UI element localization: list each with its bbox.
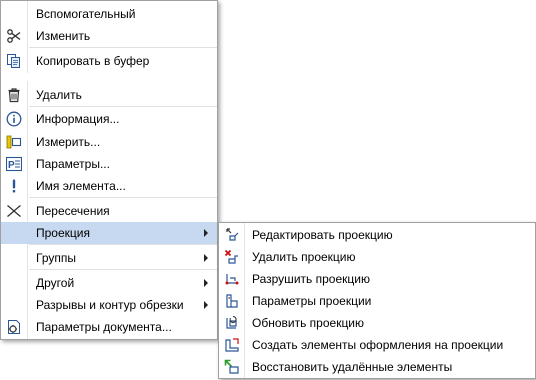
menu-item-parameters[interactable]: P Параметры...: [1, 153, 217, 175]
submenu-item-update-projection[interactable]: Обновить проекцию: [219, 312, 535, 334]
separator: [29, 244, 217, 245]
submenu-item-edit-projection[interactable]: Редактировать проекцию: [219, 224, 535, 246]
menu-item-label: Создать элементы оформления на проекции: [252, 338, 504, 352]
separator: [29, 106, 217, 107]
menu-item-groups[interactable]: Группы: [1, 247, 217, 269]
separator: [29, 47, 217, 48]
separator: [29, 197, 217, 198]
submenu-item-restore-deleted[interactable]: Восстановить удалённые элементы: [219, 356, 535, 378]
menu-item-delete[interactable]: Удалить: [1, 84, 217, 106]
menu-item-label: Параметры документа...: [36, 320, 172, 334]
update-projection-icon: [226, 315, 237, 329]
menu-item-auxiliary[interactable]: Вспомогательный: [1, 3, 217, 25]
menu-item-breaks-and-clipping[interactable]: Разрывы и контур обрезки: [1, 294, 217, 316]
scissors-icon: [7, 29, 21, 43]
menu-item-label: Изменить: [36, 29, 91, 43]
menu-item-label: Имя элемента...: [36, 179, 126, 193]
menu-item-label: Вспомогательный: [36, 7, 136, 21]
submenu-arrow-icon: [204, 301, 208, 309]
menu-item-information[interactable]: Информация...: [1, 108, 217, 130]
projection-parameters-icon: [226, 294, 238, 308]
menu-item-label: Разрушить проекцию: [252, 272, 370, 286]
menu-item-label: Разрывы и контур обрезки: [36, 298, 184, 312]
submenu-item-create-annotations[interactable]: Создать элементы оформления на проекции: [219, 334, 535, 356]
intersection-icon: [7, 204, 21, 218]
menu-item-label: Параметры...: [36, 157, 110, 171]
info-icon: [6, 111, 22, 127]
menu-item-label: Восстановить удалённые элементы: [252, 360, 453, 374]
menu-item-label: Проекция: [36, 226, 90, 240]
menu-item-label: Удалить проекцию: [252, 250, 356, 264]
delete-projection-icon: [224, 249, 238, 264]
menu-item-label: Обновить проекцию: [252, 316, 365, 330]
menu-item-projection[interactable]: Проекция: [1, 222, 217, 244]
submenu-arrow-icon: [204, 279, 208, 287]
menu-item-label: Информация...: [36, 112, 120, 126]
trash-icon: [8, 88, 20, 103]
submenu-item-delete-projection[interactable]: Удалить проекцию: [219, 246, 535, 268]
context-menu: Вспомогательный Изменить Копировать в бу…: [0, 0, 218, 340]
menu-item-label: Редактировать проекцию: [252, 228, 393, 242]
explode-projection-icon: [225, 274, 239, 285]
menu-item-other[interactable]: Другой: [1, 272, 217, 294]
menu-item-copy-to-clipboard[interactable]: Копировать в буфер: [1, 50, 217, 72]
copy-icon: [7, 54, 20, 68]
submenu-arrow-icon: [204, 254, 208, 262]
menu-item-label: Параметры проекции: [252, 294, 372, 308]
submenu-arrow-icon: [204, 229, 208, 237]
menu-item-measure[interactable]: Измерить...: [1, 131, 217, 153]
menu-gap: [1, 73, 217, 81]
exclamation-icon: [12, 179, 16, 193]
menu-item-intersections[interactable]: Пересечения: [1, 200, 217, 222]
menu-item-edit[interactable]: Изменить: [1, 25, 217, 47]
menu-item-label: Другой: [36, 276, 75, 290]
projection-submenu: Редактировать проекцию Удалить проекцию …: [218, 222, 536, 379]
menu-item-label: Копировать в буфер: [36, 54, 150, 68]
submenu-item-projection-parameters[interactable]: Параметры проекции: [219, 290, 535, 312]
menu-item-label: Группы: [36, 251, 76, 265]
menu-item-element-name[interactable]: Имя элемента...: [1, 175, 217, 197]
menu-item-document-parameters[interactable]: Параметры документа...: [1, 316, 217, 338]
restore-elements-icon: [224, 359, 239, 374]
submenu-item-explode-projection[interactable]: Разрушить проекцию: [219, 268, 535, 290]
measure-icon: [6, 135, 22, 149]
separator: [29, 269, 217, 270]
menu-item-label: Пересечения: [36, 204, 110, 218]
parameters-icon: P: [6, 156, 22, 172]
document-settings-icon: [8, 320, 20, 334]
create-annotation-icon: [225, 338, 239, 352]
edit-projection-icon: [226, 228, 239, 241]
menu-item-label: Измерить...: [36, 135, 101, 149]
svg-text:P: P: [8, 160, 15, 171]
menu-item-label: Удалить: [36, 88, 82, 102]
